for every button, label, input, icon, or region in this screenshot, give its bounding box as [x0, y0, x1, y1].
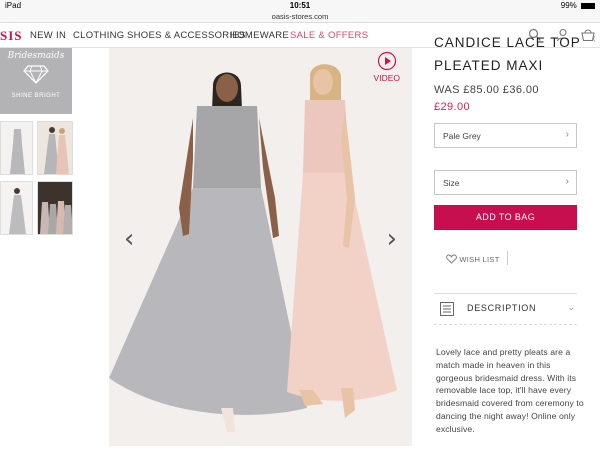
clock: 10:51 [289, 1, 311, 10]
add-to-bag-button[interactable]: ADD TO BAG [434, 205, 577, 230]
diamond-icon [0, 64, 72, 89]
heart-icon [446, 254, 457, 266]
colour-select[interactable]: Pale Grey › [434, 123, 577, 148]
chevron-down-icon: ⌄ [567, 302, 575, 312]
thumbnail-group[interactable] [37, 181, 73, 235]
chevron-right-icon[interactable]: › [387, 226, 397, 252]
video-label: VIDEO [373, 73, 400, 83]
chevron-right-icon: › [565, 176, 569, 187]
badge-subtitle: SHINE BRIGHT [11, 93, 61, 99]
address-bar[interactable]: oasis-stores.com [0, 12, 600, 23]
nav-homeware[interactable]: HOMEWARE [230, 30, 289, 41]
product-description: Lovely lace and pretty pleats are a matc… [436, 347, 584, 434]
thumbnail-model-pair[interactable] [37, 121, 73, 175]
battery-icon [581, 2, 595, 9]
svg-text:(: ( [593, 36, 595, 42]
description-toggle[interactable]: DESCRIPTION ⌄ [434, 293, 577, 325]
url-text: oasis-stores.com [271, 12, 329, 21]
colour-select-value: Pale Grey [443, 131, 481, 141]
battery-indicator: 99% [561, 1, 595, 10]
thumbnail-side[interactable] [0, 181, 33, 235]
thumbnail-front[interactable] [0, 121, 33, 175]
nav-new-in[interactable]: NEW IN [30, 30, 66, 41]
battery-percentage: 99% [560, 1, 577, 10]
nav-clothing[interactable]: CLOTHING [73, 30, 125, 41]
wish-list-label: WISH LIST [459, 254, 500, 264]
nav-sale-offers[interactable]: SALE & OFFERS [290, 30, 368, 41]
list-icon [440, 302, 454, 321]
description-label: DESCRIPTION [467, 303, 537, 313]
was-price: WAS £85.00 £36.00 [434, 84, 539, 96]
bridesmaids-badge[interactable]: Bridesmaids SHINE BRIGHT [0, 48, 72, 114]
chevron-left-icon[interactable]: ‹ [124, 226, 134, 252]
size-select-placeholder: Size [443, 178, 460, 188]
size-select[interactable]: Size › [434, 170, 577, 195]
chevron-right-icon: › [565, 129, 569, 140]
play-icon [374, 51, 400, 73]
basket-icon[interactable]: ( [580, 28, 595, 43]
oasis-logo[interactable]: SIS [0, 28, 23, 44]
badge-script-text: Bridesmaids [7, 51, 65, 61]
nav-shoes-accessories[interactable]: SHOES & ACCESSORIES [127, 30, 246, 41]
divider [507, 251, 508, 265]
current-price: £29.00 [434, 101, 471, 113]
product-title-line1: CANDICE LACE TOP [434, 35, 581, 50]
main-product-image[interactable]: VIDEO ‹ › [109, 48, 412, 446]
status-bar: iPad 10:51 99% [0, 0, 600, 12]
product-title-line2: PLEATED MAXI [434, 58, 544, 73]
wish-list-link[interactable]: WISH LIST [446, 254, 500, 266]
video-button[interactable]: VIDEO [374, 51, 400, 83]
